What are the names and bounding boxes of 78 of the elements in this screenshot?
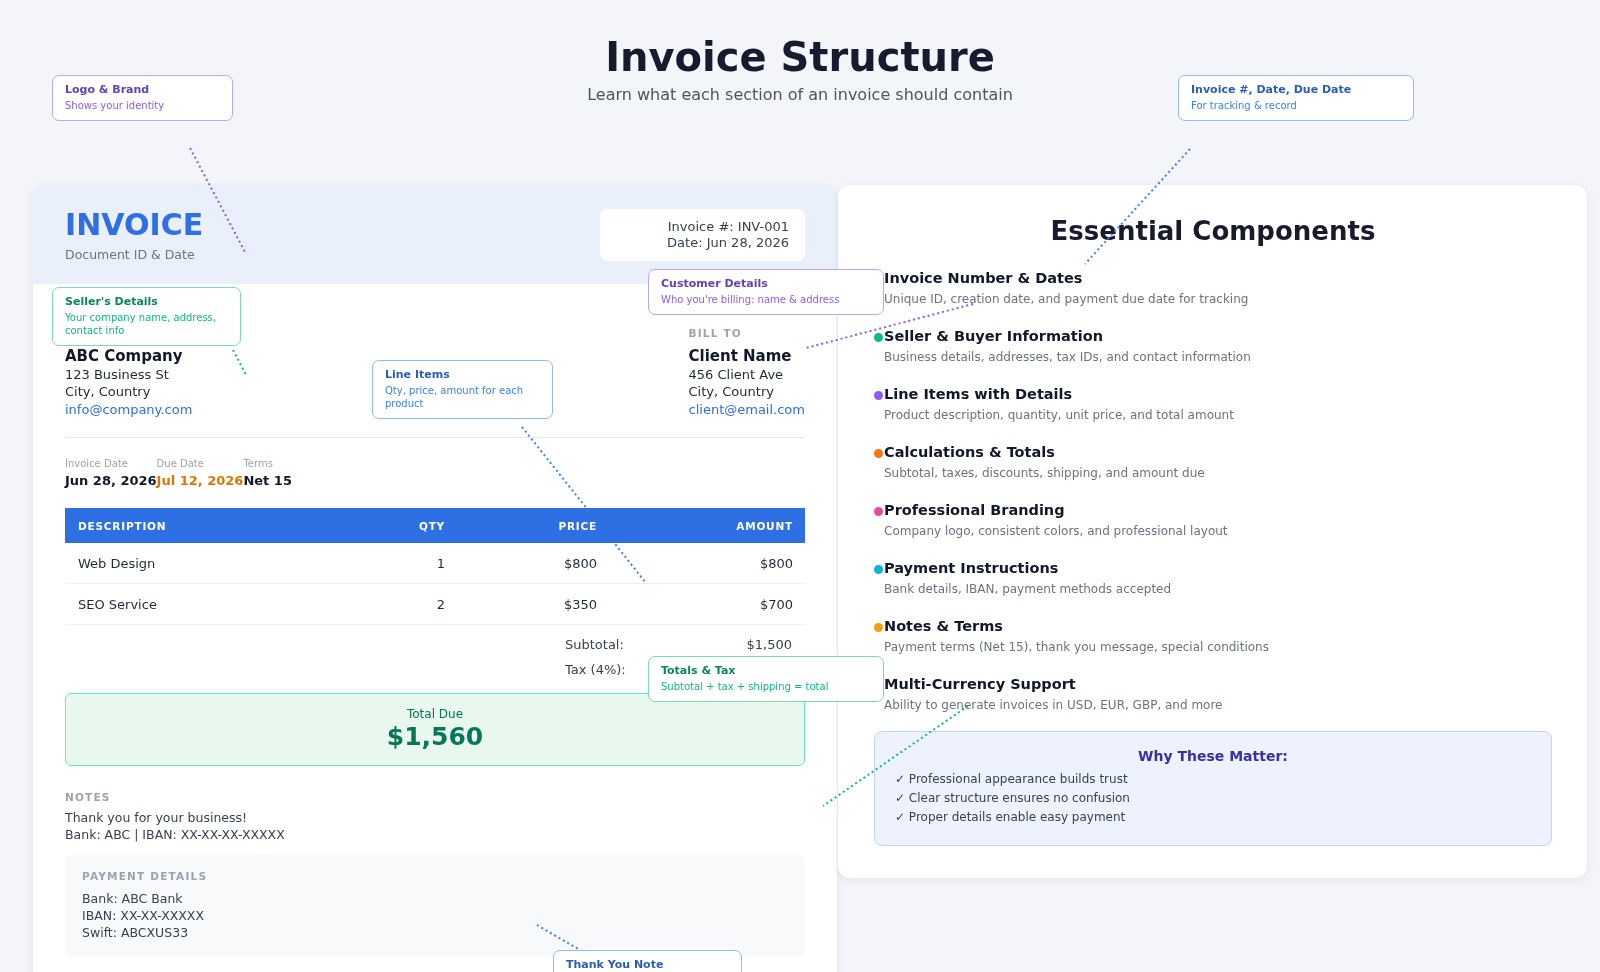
notes-line: Thank you for your business! bbox=[65, 809, 248, 826]
address-line: 123 Business St bbox=[65, 366, 169, 383]
total-due-amount: $1,560 bbox=[386, 722, 484, 752]
date-label: Terms bbox=[243, 457, 273, 470]
column-header: PRICE bbox=[557, 519, 598, 532]
why-item: ✓ Clear structure ensures no confusion bbox=[895, 790, 1131, 807]
callout-title: Thank You Note bbox=[566, 958, 665, 972]
component-description: Unique ID, creation date, and payment due date for tracking bbox=[884, 291, 1249, 307]
seller-name: ABC Company bbox=[65, 346, 183, 366]
callout-subtitle: For tracking & record bbox=[1191, 99, 1298, 112]
email-link[interactable]: info@company.com bbox=[65, 402, 193, 417]
component-description: Ability to generate invoices in USD, EUR, GBP, and more bbox=[884, 697, 1223, 713]
table-cell: Web Design bbox=[78, 555, 156, 571]
component-title: Line Items with Details bbox=[884, 385, 1074, 403]
page-title: Invoice Structure bbox=[605, 33, 995, 81]
component-description: Bank details, IBAN, payment methods accepted bbox=[884, 581, 1172, 597]
address-line: 456 Client Ave bbox=[688, 366, 784, 383]
notes-label: NOTES bbox=[65, 790, 111, 804]
total-due-label: Total Due bbox=[406, 707, 464, 722]
component-description: Business details, addresses, tax IDs, and contact information bbox=[884, 349, 1251, 365]
table-cell: 2 bbox=[436, 596, 445, 612]
table-cell: $800 bbox=[759, 555, 793, 571]
component-title: Calculations & Totals bbox=[884, 443, 1056, 461]
table-cell: $800 bbox=[563, 555, 597, 571]
column-header: DESCRIPTION bbox=[77, 519, 168, 532]
why-item: ✓ Professional appearance builds trust bbox=[895, 771, 1129, 788]
component-title: Invoice Number & Dates bbox=[884, 269, 1084, 287]
totals-label: Tax (4%): bbox=[565, 661, 626, 678]
table-cell: $350 bbox=[563, 596, 597, 612]
page-subtitle: Learn what each section of an invoice should contain bbox=[587, 85, 1013, 105]
email-link[interactable]: client@email.com bbox=[688, 402, 805, 417]
component-description: Payment terms (Net 15), thank you message, special conditions bbox=[884, 639, 1269, 655]
callout-subtitle: Subtotal + tax + shipping = total bbox=[661, 680, 830, 693]
component-title: Payment Instructions bbox=[884, 559, 1060, 577]
payment-line: Swift: ABCXUS33 bbox=[82, 924, 189, 941]
totals-value: $1,500 bbox=[746, 636, 792, 653]
totals-label: Subtotal: bbox=[565, 636, 624, 653]
component-title: Seller & Buyer Information bbox=[884, 327, 1105, 345]
component-description: Company logo, consistent colors, and professional layout bbox=[884, 523, 1228, 539]
component-title: Notes & Terms bbox=[884, 617, 1004, 635]
column-header: QTY bbox=[417, 519, 446, 532]
table-cell: 1 bbox=[436, 555, 445, 571]
date-value: Net 15 bbox=[243, 472, 292, 489]
invoice-meta-line: Date: Jun 28, 2026 bbox=[667, 234, 789, 251]
component-title: Professional Branding bbox=[884, 501, 1066, 519]
callout-subtitle: Qty, price, amount for each product bbox=[385, 384, 525, 410]
invoice-title: INVOICE bbox=[65, 206, 204, 243]
callout-title: Customer Details bbox=[661, 277, 769, 291]
callout-title: Invoice #, Date, Due Date bbox=[1191, 83, 1353, 97]
callout-subtitle: Who you're billing: name & address bbox=[661, 293, 841, 306]
callout-subtitle: Shows your identity bbox=[65, 99, 166, 112]
callout-subtitle: Your company name, address, contact info bbox=[65, 311, 217, 337]
callout-title: Seller's Details bbox=[65, 295, 159, 309]
client-name: Client Name bbox=[688, 346, 792, 366]
payment-details-label: PAYMENT DETAILS bbox=[82, 869, 208, 883]
column-header: AMOUNT bbox=[735, 519, 794, 532]
panel-title: Essential Components bbox=[1049, 215, 1377, 247]
component-title: Multi-Currency Support bbox=[884, 675, 1077, 693]
invoice-caption: Document ID & Date bbox=[65, 246, 195, 263]
why-title: Why These Matter: bbox=[1137, 747, 1289, 765]
table-cell: SEO Service bbox=[78, 596, 157, 612]
date-label: Due Date bbox=[156, 457, 204, 470]
address-line: City, Country bbox=[65, 383, 151, 400]
callout-title: Totals & Tax bbox=[661, 664, 737, 678]
date-value: Jul 12, 2026 bbox=[156, 472, 244, 489]
payment-line: Bank: ABC Bank bbox=[82, 890, 183, 907]
why-item: ✓ Proper details enable easy payment bbox=[895, 809, 1127, 826]
callout-title: Line Items bbox=[385, 368, 451, 382]
component-description: Subtotal, taxes, discounts, shipping, and amount due bbox=[884, 465, 1205, 481]
date-label: Invoice Date bbox=[65, 457, 128, 470]
invoice-meta-line: Invoice #: INV-001 bbox=[667, 218, 789, 235]
bill-to-label: BILL TO bbox=[688, 326, 742, 340]
callout-title: Logo & Brand bbox=[65, 83, 151, 97]
payment-line: IBAN: XX-XX-XXXXX bbox=[82, 907, 204, 924]
notes-line: Bank: ABC | IBAN: XX-XX-XX-XXXXX bbox=[65, 826, 285, 843]
address-line: City, Country bbox=[688, 383, 774, 400]
component-description: Product description, quantity, unit price, and total amount bbox=[884, 407, 1234, 423]
table-cell: $700 bbox=[759, 596, 793, 612]
